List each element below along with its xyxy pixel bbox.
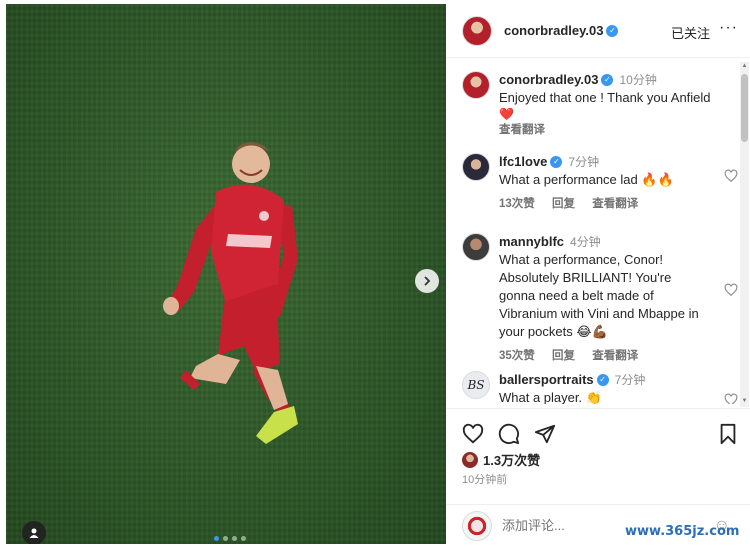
player-photo bbox=[163, 142, 298, 444]
author-avatar[interactable] bbox=[462, 15, 492, 46]
caption-time: 10分钟 bbox=[619, 73, 657, 87]
scrollbar-thumb[interactable] bbox=[741, 74, 748, 142]
current-user-avatar bbox=[462, 511, 492, 541]
next-media-button[interactable] bbox=[415, 269, 439, 293]
follow-status-button[interactable]: 已关注 bbox=[671, 23, 710, 42]
comment-icon[interactable] bbox=[498, 423, 520, 445]
commenter-avatar[interactable]: BS bbox=[462, 371, 490, 399]
caption-translate-link[interactable]: 查看翻译 bbox=[499, 121, 732, 139]
author-username[interactable]: conorbradley.03 bbox=[504, 23, 603, 38]
commenter-avatar[interactable] bbox=[462, 153, 490, 181]
comment-text: What a performance lad 🔥🔥 bbox=[499, 172, 674, 187]
more-options-icon[interactable]: ··· bbox=[719, 19, 738, 37]
heart-icon[interactable] bbox=[724, 393, 738, 404]
verified-badge-icon: ✓ bbox=[596, 374, 609, 386]
avatar-initials: BS bbox=[467, 378, 485, 392]
commenter-username[interactable]: lfc1love bbox=[499, 153, 547, 171]
caption-avatar[interactable] bbox=[462, 71, 490, 99]
commenter-username[interactable]: mannyblfc bbox=[499, 233, 564, 251]
scroll-up-arrow-icon[interactable]: ▲ bbox=[740, 63, 749, 71]
media-dot bbox=[223, 536, 228, 541]
comment-text: What a player. 👏 bbox=[499, 390, 602, 404]
comment-item: mannyblfc 4分钟 What a performance, Conor!… bbox=[462, 233, 738, 365]
send-icon[interactable] bbox=[534, 423, 556, 445]
heart-icon[interactable] bbox=[724, 283, 738, 297]
comments-list[interactable]: conorbradley.03 ✓ 10分钟 Enjoyed that one … bbox=[446, 59, 740, 404]
media-dot bbox=[214, 536, 219, 541]
chevron-right-icon bbox=[424, 276, 431, 286]
heart-icon[interactable] bbox=[462, 423, 484, 445]
reply-button[interactable]: 回复 bbox=[552, 198, 575, 210]
post-media bbox=[6, 4, 446, 544]
comment-item: BS ballersportraits ✓ 7分钟 What a player.… bbox=[462, 371, 738, 404]
scroll-down-arrow-icon[interactable]: ▼ bbox=[740, 398, 749, 406]
comment-time: 7分钟 bbox=[614, 373, 646, 387]
comments-scrollbar[interactable]: ▲ ▼ bbox=[740, 62, 749, 407]
post-timestamp: 10分钟前 bbox=[462, 474, 508, 486]
likes-summary[interactable]: 1.3万次赞 bbox=[462, 450, 540, 469]
verified-badge-icon: ✓ bbox=[601, 74, 614, 86]
heart-icon[interactable] bbox=[724, 169, 738, 183]
reply-button[interactable]: 回复 bbox=[552, 350, 575, 362]
comment-text: What a performance, Conor! Absolutely BR… bbox=[499, 252, 699, 339]
bookmark-icon[interactable] bbox=[718, 423, 738, 445]
media-dot bbox=[241, 536, 246, 541]
comment-likes[interactable]: 35次赞 bbox=[499, 350, 535, 362]
translate-link[interactable]: 查看翻译 bbox=[592, 350, 638, 362]
comment-item: lfc1love ✓ 7分钟 What a performance lad 🔥🔥… bbox=[462, 153, 738, 213]
site-watermark: www.365jz.com bbox=[625, 524, 740, 539]
comment-time: 4分钟 bbox=[570, 235, 601, 249]
likes-count[interactable]: 1.3万次赞 bbox=[483, 450, 540, 469]
comment-time: 7分钟 bbox=[568, 155, 600, 169]
post-header: conorbradley.03 ✓ 已关注 ··· bbox=[446, 4, 750, 58]
user-icon bbox=[29, 528, 39, 538]
liker-avatar bbox=[462, 451, 478, 468]
verified-badge-icon: ✓ bbox=[550, 156, 563, 168]
caption: conorbradley.03 ✓ 10分钟 Enjoyed that one … bbox=[462, 71, 732, 139]
verified-badge-icon: ✓ bbox=[606, 24, 619, 37]
commenter-username[interactable]: ballersportraits bbox=[499, 371, 594, 389]
caption-author[interactable]: conorbradley.03 bbox=[499, 71, 598, 89]
tagged-users-button[interactable] bbox=[22, 521, 46, 544]
caption-text: Enjoyed that one ! Thank you Anfield bbox=[499, 90, 711, 105]
comment-likes[interactable]: 13次赞 bbox=[499, 198, 535, 210]
translate-link[interactable]: 查看翻译 bbox=[592, 198, 638, 210]
media-dot bbox=[232, 536, 237, 541]
commenter-avatar[interactable] bbox=[462, 233, 490, 261]
post-panel: conorbradley.03 ✓ 已关注 ··· conorbradley.0… bbox=[446, 4, 750, 547]
media-pagination bbox=[214, 536, 246, 541]
heart-emoji: ❤️ bbox=[499, 107, 514, 121]
